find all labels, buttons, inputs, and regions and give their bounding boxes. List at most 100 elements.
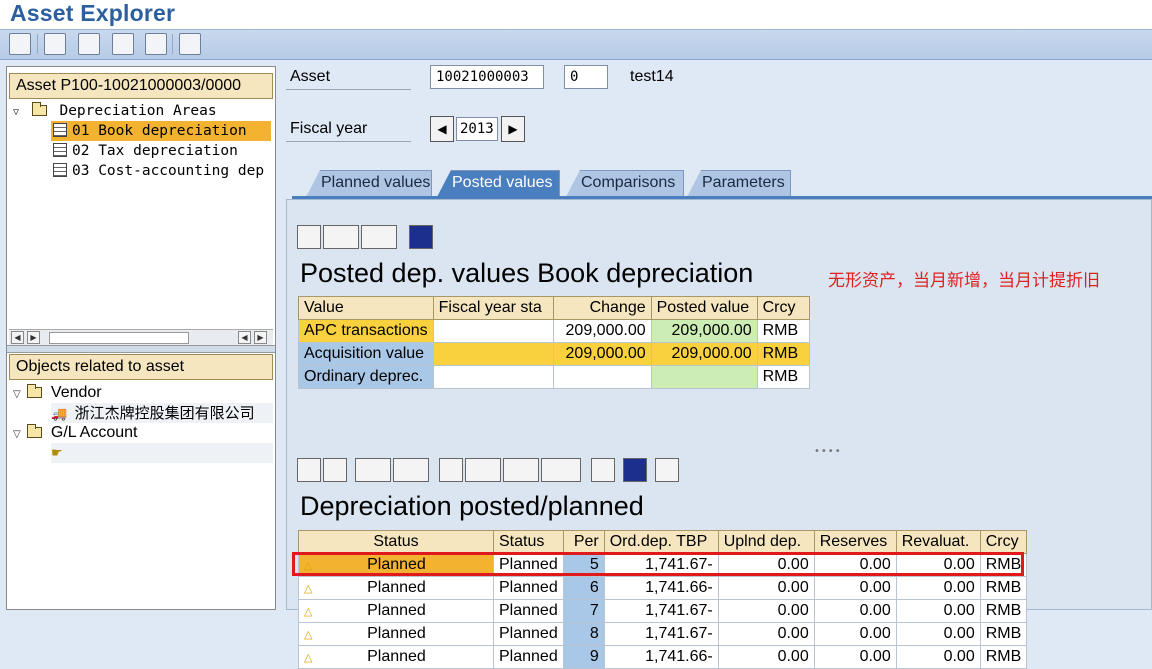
tab-parameters[interactable]: Parameters xyxy=(687,170,791,197)
tab-planned-values[interactable]: Planned values xyxy=(306,170,432,197)
warning-triangle-icon: △ xyxy=(304,583,313,595)
note-icon[interactable] xyxy=(655,458,679,482)
view-select-icon[interactable] xyxy=(323,225,359,249)
column-header[interactable]: Reserves xyxy=(813,530,897,554)
sum-icon[interactable] xyxy=(355,458,391,482)
table-header-row: Value Fiscal year sta Change Posted valu… xyxy=(298,296,810,320)
scroll-right-icon[interactable]: ▶ xyxy=(254,331,267,344)
flow-icon[interactable] xyxy=(112,33,134,55)
table-row[interactable]: △ Planned Planned 8 1,741.67- 0.00 0.00 0… xyxy=(298,622,1028,646)
sort-asc-icon[interactable] xyxy=(297,458,321,482)
org-icon[interactable] xyxy=(145,33,167,55)
filter-icon[interactable] xyxy=(323,458,347,482)
application-toolbar xyxy=(0,30,1152,60)
tree-horizontal-scrollbar[interactable]: ◀ ▶ ◀ ▶ xyxy=(9,329,273,345)
cell-fy-start xyxy=(432,365,554,389)
cell-posted: 209,000.00 xyxy=(650,319,758,343)
next-year-button[interactable]: ▶ xyxy=(501,116,525,142)
scroll-left-icon[interactable]: ◀ xyxy=(238,331,251,344)
splitter-grip[interactable]: •••• xyxy=(814,446,842,457)
column-header[interactable]: Change xyxy=(552,296,652,320)
asset-number-field[interactable]: 10021000003 xyxy=(430,65,544,89)
tree-node-gl-account[interactable]: ▽ G/L Account xyxy=(13,423,137,443)
column-header[interactable]: Posted value xyxy=(650,296,758,320)
subtotal-icon[interactable] xyxy=(393,458,429,482)
details-icon[interactable] xyxy=(297,225,321,249)
previous-year-button[interactable]: ◀ xyxy=(430,116,454,142)
cell-change: 209,000.00 xyxy=(552,342,652,366)
table-row[interactable]: △ Planned Planned 7 1,741.67- 0.00 0.00 0… xyxy=(298,599,1028,623)
column-header[interactable]: Status xyxy=(298,530,494,554)
tab-posted-values[interactable]: Posted values xyxy=(437,170,560,197)
tree-node-area-01[interactable]: 01 Book depreciation xyxy=(51,121,271,141)
list-icon[interactable] xyxy=(179,33,201,55)
table-row[interactable]: Acquisition value 209,000.00 209,000.00 … xyxy=(298,342,810,366)
tree-node-area-03[interactable]: 03 Cost-accounting dep xyxy=(51,161,275,181)
cell-reserves: 0.00 xyxy=(813,576,897,600)
cell-status-icon: △ Planned xyxy=(298,576,494,600)
export-icon[interactable] xyxy=(361,225,397,249)
cell-crcy: RMB xyxy=(979,576,1028,600)
cell-revaluation: 0.00 xyxy=(895,599,981,623)
expand-triangle-icon[interactable]: ▽ xyxy=(13,385,23,405)
refresh-icon[interactable] xyxy=(9,33,31,55)
scroll-right-icon[interactable]: ▶ xyxy=(27,331,40,344)
annotation-note: 无形资产，当月新增，当月计提折旧 xyxy=(828,271,1100,291)
panel-splitter[interactable] xyxy=(7,345,275,353)
cell-value: Acquisition value xyxy=(298,342,434,366)
cell-posted: 209,000.00 xyxy=(650,342,758,366)
toolbar-separator xyxy=(172,34,173,54)
objects-header: Objects related to asset xyxy=(9,354,273,380)
asset-tree-panel: Asset P100-10021000003/0000 ▽ Depreciati… xyxy=(6,66,276,610)
export-icon[interactable] xyxy=(503,458,539,482)
cell-status-icon: △ Planned xyxy=(298,645,494,669)
ledger-icon xyxy=(53,143,67,157)
change-icon[interactable] xyxy=(78,33,100,55)
cell-crcy: RMB xyxy=(979,622,1028,646)
tree-node-gl-item[interactable]: ☛ xyxy=(51,443,273,463)
info-icon[interactable] xyxy=(623,458,647,482)
column-header[interactable]: Status xyxy=(493,530,564,554)
tree-node-area-02[interactable]: 02 Tax depreciation xyxy=(51,141,238,161)
info-icon[interactable] xyxy=(409,225,433,249)
tree-node-vendor[interactable]: ▽ Vendor xyxy=(13,383,102,403)
folder-icon xyxy=(27,424,43,438)
column-header[interactable]: Fiscal year sta xyxy=(432,296,554,320)
asset-description: test14 xyxy=(630,68,674,85)
column-header[interactable]: Crcy xyxy=(756,296,810,320)
graphic-icon[interactable] xyxy=(591,458,615,482)
layout-icon[interactable] xyxy=(541,458,581,482)
column-header[interactable]: Per xyxy=(562,530,605,554)
scroll-left-icon[interactable]: ◀ xyxy=(11,331,24,344)
cell-ord-dep: 1,741.67- xyxy=(603,622,719,646)
tab-comparisons[interactable]: Comparisons xyxy=(566,170,684,197)
expand-triangle-icon[interactable]: ▽ xyxy=(13,425,23,445)
column-header[interactable]: Crcy xyxy=(979,530,1028,554)
table-row[interactable]: △ Planned Planned 9 1,741.66- 0.00 0.00 0… xyxy=(298,645,1028,669)
view-select-icon[interactable] xyxy=(465,458,501,482)
column-header[interactable]: Value xyxy=(298,296,434,320)
table-row[interactable]: Ordinary deprec. RMB xyxy=(298,365,810,389)
table-row[interactable]: APC transactions 209,000.00 209,000.00 R… xyxy=(298,319,810,343)
field-underline xyxy=(286,141,411,142)
sub-number-field[interactable]: 0 xyxy=(564,65,608,89)
print-icon[interactable] xyxy=(439,458,463,482)
cell-crcy: RMB xyxy=(756,365,810,389)
asset-header: Asset P100-10021000003/0000 xyxy=(9,73,273,99)
column-header[interactable]: Uplnd dep. xyxy=(717,530,815,554)
expand-triangle-icon[interactable]: ▽ xyxy=(13,103,23,123)
fiscal-year-field[interactable]: 2013 xyxy=(456,117,498,141)
column-header[interactable]: Ord.dep. TBP xyxy=(603,530,719,554)
scrollbar-thumb[interactable] xyxy=(49,332,189,344)
cell-crcy: RMB xyxy=(979,645,1028,669)
posted-values-table: Value Fiscal year sta Change Posted valu… xyxy=(298,296,810,389)
cell-ord-dep: 1,741.66- xyxy=(603,645,719,669)
display-icon[interactable] xyxy=(44,33,66,55)
tree-node-vendor-name[interactable]: 🚚 浙江杰牌控股集团有限公司 xyxy=(51,403,273,423)
table-row[interactable]: △ Planned Planned 6 1,741.66- 0.00 0.00 0… xyxy=(298,576,1028,600)
tree-node-depreciation-areas[interactable]: ▽ Depreciation Areas xyxy=(13,101,217,121)
cell-reserves: 0.00 xyxy=(813,599,897,623)
column-header[interactable]: Revaluat. xyxy=(895,530,981,554)
posted-values-content: Posted dep. values Book depreciation 无形资… xyxy=(286,199,1152,669)
title-bar: Asset Explorer xyxy=(0,0,1152,30)
